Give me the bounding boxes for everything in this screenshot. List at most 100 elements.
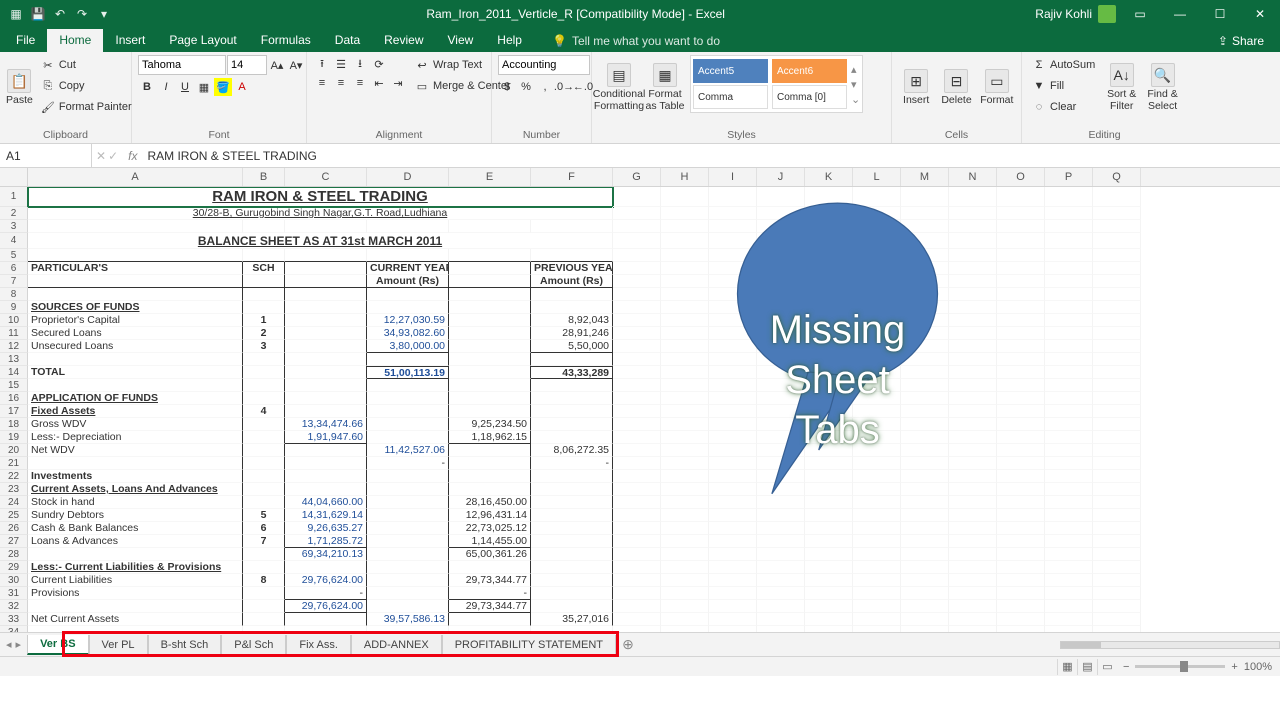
cell[interactable]: Cash & Bank Balances [28, 522, 243, 535]
col-header[interactable]: M [901, 168, 949, 186]
cell[interactable] [997, 483, 1045, 496]
cell[interactable] [285, 561, 367, 574]
cell[interactable] [613, 600, 661, 613]
cell[interactable] [613, 457, 661, 470]
cell[interactable] [853, 587, 901, 600]
align-right-icon[interactable]: ≡ [351, 74, 369, 92]
cell[interactable] [285, 353, 367, 366]
cell[interactable]: Net WDV [28, 444, 243, 457]
cell[interactable] [1045, 301, 1093, 314]
cancel-formula-icon[interactable]: ✕ [96, 149, 106, 163]
sheet-nav-prev-icon[interactable]: ◂ [6, 638, 12, 651]
fill-button[interactable]: ▼Fill [1028, 76, 1099, 96]
cell[interactable] [757, 522, 805, 535]
cell[interactable]: - [367, 457, 449, 470]
cell[interactable] [28, 288, 243, 301]
row-header[interactable]: 12 [0, 340, 28, 353]
zoom-level[interactable]: 100% [1244, 661, 1272, 673]
cell[interactable] [1093, 470, 1141, 483]
cell[interactable] [901, 535, 949, 548]
cell[interactable]: Amount (Rs) [367, 275, 449, 288]
cell[interactable] [1045, 509, 1093, 522]
align-center-icon[interactable]: ≡ [332, 74, 350, 92]
currency-icon[interactable]: $ [498, 78, 516, 96]
cell[interactable] [531, 535, 613, 548]
cell[interactable] [1093, 249, 1141, 262]
cell[interactable] [805, 522, 853, 535]
insert-cells-button[interactable]: ⊞Insert [898, 55, 934, 121]
cell[interactable] [1093, 187, 1141, 207]
cell[interactable] [613, 301, 661, 314]
cell[interactable]: - [531, 457, 613, 470]
cell[interactable] [1045, 366, 1093, 379]
cell[interactable]: 3,80,000.00 [367, 340, 449, 353]
row-header[interactable]: 4 [0, 233, 28, 249]
inc-decimal-icon[interactable]: .0→ [555, 78, 573, 96]
cell[interactable] [1093, 340, 1141, 353]
cell-title[interactable]: RAM IRON & STEEL TRADING [28, 187, 613, 207]
cell[interactable]: 4 [243, 405, 285, 418]
cell[interactable] [531, 379, 613, 392]
cell[interactable]: 8,06,272.35 [531, 444, 613, 457]
cell[interactable] [997, 366, 1045, 379]
row-header[interactable]: 14 [0, 366, 28, 379]
cell[interactable] [997, 249, 1045, 262]
cell[interactable] [997, 288, 1045, 301]
cell[interactable] [661, 509, 709, 522]
cell[interactable] [1093, 405, 1141, 418]
cell[interactable] [1093, 561, 1141, 574]
cell[interactable]: SOURCES OF FUNDS [28, 301, 243, 314]
cell[interactable]: 28,91,246 [531, 327, 613, 340]
cell[interactable] [367, 496, 449, 509]
cell[interactable] [1093, 600, 1141, 613]
cell[interactable]: Current Liabilities [28, 574, 243, 587]
cell[interactable] [1045, 340, 1093, 353]
tab-home[interactable]: Home [47, 29, 103, 52]
gallery-up-icon[interactable]: ▴ [851, 63, 860, 76]
cell[interactable]: 13,34,474.66 [285, 418, 367, 431]
cell[interactable] [367, 288, 449, 301]
cell[interactable] [285, 470, 367, 483]
cell[interactable] [757, 587, 805, 600]
tab-file[interactable]: File [4, 29, 47, 52]
cell[interactable] [709, 548, 757, 561]
cell[interactable] [449, 613, 531, 626]
cell[interactable] [1093, 483, 1141, 496]
cell[interactable] [1045, 187, 1093, 207]
cell[interactable] [949, 574, 997, 587]
new-sheet-button[interactable]: ⊕ [616, 636, 640, 653]
cell[interactable] [367, 509, 449, 522]
dec-decimal-icon[interactable]: ←.0 [574, 78, 592, 96]
cell[interactable]: 29,73,344.77 [449, 574, 531, 587]
row-header[interactable]: 25 [0, 509, 28, 522]
font-size-input[interactable] [227, 55, 267, 75]
cell[interactable]: 12,27,030.59 [367, 314, 449, 327]
cell[interactable] [285, 314, 367, 327]
col-header[interactable]: L [853, 168, 901, 186]
row-header[interactable]: 27 [0, 535, 28, 548]
cell[interactable] [805, 600, 853, 613]
cell[interactable] [901, 548, 949, 561]
cell[interactable] [613, 613, 661, 626]
cell[interactable] [531, 470, 613, 483]
cell[interactable] [243, 275, 285, 288]
cell[interactable] [1093, 262, 1141, 275]
cell[interactable] [949, 522, 997, 535]
cell[interactable] [997, 535, 1045, 548]
cell[interactable] [531, 548, 613, 561]
cell[interactable] [661, 548, 709, 561]
row-header[interactable]: 1 [0, 187, 28, 207]
cell[interactable] [367, 379, 449, 392]
tab-pagelayout[interactable]: Page Layout [157, 29, 248, 52]
sheet-tab[interactable]: ADD-ANNEX [351, 635, 442, 655]
cell[interactable]: Net Current Assets [28, 613, 243, 626]
cell[interactable] [613, 444, 661, 457]
cell[interactable] [531, 561, 613, 574]
cell[interactable] [1045, 249, 1093, 262]
cell[interactable] [367, 431, 449, 444]
cell[interactable] [367, 522, 449, 535]
cell[interactable] [1093, 587, 1141, 600]
cell[interactable]: 30/28-B, Gurugobind Singh Nagar,G.T. Roa… [28, 207, 613, 220]
maximize-icon[interactable]: ☐ [1200, 0, 1240, 28]
cell[interactable] [805, 509, 853, 522]
